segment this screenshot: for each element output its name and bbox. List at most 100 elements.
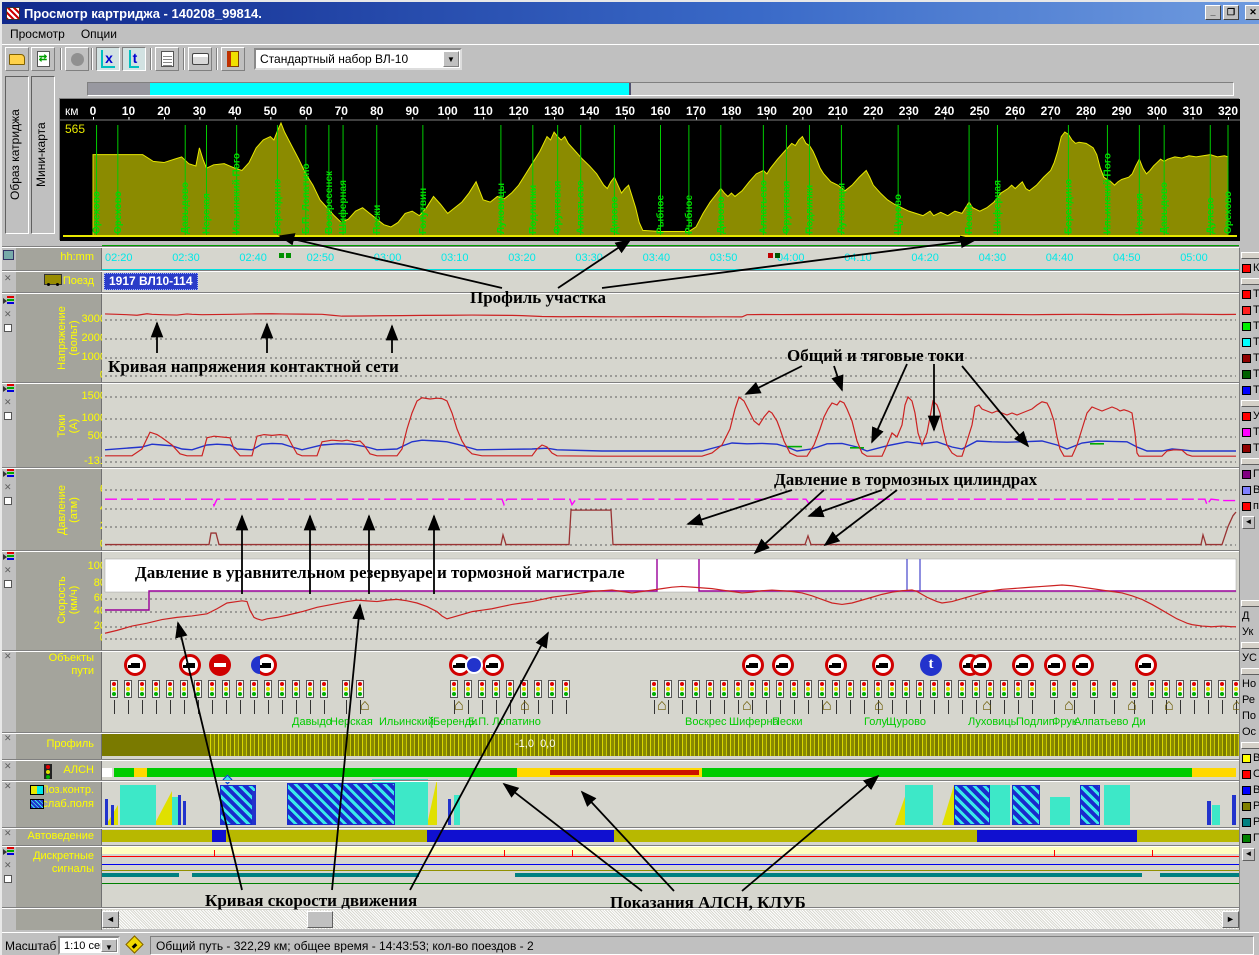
print-button[interactable] [188, 47, 212, 71]
legend-item[interactable]: Ре [1242, 694, 1255, 706]
legend-item[interactable]: п [1242, 500, 1259, 512]
legend-item[interactable]: Т [1242, 288, 1259, 300]
series-order-icon[interactable] [3, 384, 14, 394]
scale-dropdown[interactable]: 1:10 сек ▼ [58, 936, 120, 955]
collapse-all-icon[interactable] [3, 250, 14, 260]
legend-item[interactable]: Т [1242, 352, 1259, 364]
refresh-button[interactable]: ⇄ [31, 47, 55, 71]
legend-scroll-left[interactable]: ◄ [1242, 516, 1255, 529]
legend-item[interactable]: Т [1242, 426, 1259, 438]
legend-item[interactable]: У [1242, 410, 1259, 422]
record-button[interactable] [65, 47, 89, 71]
legend-item[interactable]: По [1242, 710, 1256, 722]
preset-dropdown-arrow[interactable]: ▼ [443, 51, 459, 67]
legend-item[interactable]: В [1242, 484, 1259, 496]
legend-item[interactable]: Т [1242, 336, 1259, 348]
menu-view[interactable]: Просмотр [2, 25, 73, 43]
traffic-light-icon [1050, 680, 1058, 698]
svg-text:100: 100 [438, 104, 458, 118]
legend-item[interactable]: Но [1242, 678, 1256, 690]
series-order-icon[interactable] [3, 469, 14, 479]
minimap-panel[interactable]: 0 10 20 30 40 50 60 70 80 90 100 110 120 130 140 150 160… [59, 98, 1240, 241]
legend-item[interactable]: Т [1242, 320, 1259, 332]
checkbox-row-icon[interactable] [4, 580, 12, 588]
legend-item[interactable]: Т [1242, 304, 1259, 316]
series-order-icon[interactable] [3, 552, 14, 562]
restore-button[interactable]: ❐ [1223, 5, 1239, 20]
close-row-icon[interactable]: ✕ [4, 734, 12, 743]
legend-header[interactable] [1241, 278, 1259, 285]
legend-item[interactable]: В [1242, 752, 1259, 764]
svg-text:10: 10 [122, 104, 136, 118]
legend-header[interactable] [1241, 400, 1259, 407]
close-row-icon[interactable]: ✕ [4, 483, 12, 492]
tab-minimap[interactable]: Мини-карта [31, 76, 55, 234]
close-row-icon[interactable]: ✕ [4, 782, 12, 791]
legend-item[interactable]: В [1242, 784, 1259, 796]
minimize-button[interactable]: _ [1205, 5, 1221, 20]
legend-item[interactable]: Д [1242, 610, 1249, 622]
traffic-light-icon [306, 680, 314, 698]
series-order-icon[interactable] [3, 847, 14, 857]
legend-item[interactable]: Р [1242, 816, 1259, 828]
hscroll-left-arrow[interactable]: ◄ [102, 911, 119, 928]
time-tick: 03:40 [642, 252, 671, 264]
traffic-light-pole [296, 700, 297, 714]
close-row-icon[interactable]: ✕ [4, 398, 12, 407]
train-value[interactable]: 1917 ВЛ10-114 [104, 273, 198, 290]
legend-header[interactable] [1241, 458, 1259, 465]
legend-item[interactable]: Р [1242, 800, 1259, 812]
scale-t-button[interactable]: t [122, 47, 146, 71]
close-row-icon[interactable]: ✕ [4, 762, 12, 771]
legend-item[interactable]: Т [1242, 384, 1259, 396]
preset-dropdown[interactable]: Стандартный набор ВЛ-10 ▼ [254, 48, 462, 70]
titlebar[interactable]: Просмотр картриджа - 140208_99814. _ ❐ ✕ [2, 2, 1259, 24]
legend-panel[interactable]: КсТТТТТТТУТТПВп◄ДУкУСНоРеПоОсВСВРРП◄ [1239, 248, 1259, 930]
checkbox-row-icon[interactable] [4, 412, 12, 420]
field-weaken-block [1080, 785, 1100, 825]
close-row-icon[interactable]: ✕ [4, 310, 12, 319]
close-row-icon[interactable]: ✕ [4, 861, 12, 870]
svg-text:Алпатьево: Алпатьево [576, 180, 587, 234]
close-row-icon[interactable]: ✕ [4, 274, 12, 283]
legend-item[interactable]: УС [1242, 652, 1257, 664]
close-row-icon[interactable]: ✕ [4, 652, 12, 661]
close-row-icon[interactable]: ✕ [4, 566, 12, 575]
legend-item[interactable]: Кс [1242, 262, 1259, 274]
open-file-button[interactable] [5, 47, 29, 71]
report-button[interactable] [155, 47, 179, 71]
legend-header[interactable] [1241, 742, 1259, 749]
close-button[interactable]: ✕ [1245, 5, 1259, 20]
legend-header[interactable] [1241, 668, 1259, 675]
legend-item[interactable]: С [1242, 768, 1259, 780]
house-icon: ⌂ [520, 697, 530, 714]
close-row-icon[interactable]: ✕ [4, 829, 12, 838]
legend-item[interactable]: П [1242, 832, 1259, 844]
exit-button[interactable] [221, 47, 245, 71]
legend-item[interactable]: Ос [1242, 726, 1256, 738]
legend-header[interactable] [1241, 252, 1259, 259]
scale-dropdown-arrow[interactable]: ▼ [101, 939, 117, 952]
hscroll-thumb[interactable] [307, 911, 333, 928]
scale-x-button[interactable]: x [96, 47, 120, 71]
legend-item[interactable]: Ук [1242, 626, 1253, 638]
blue-half-sign-icon [251, 656, 260, 674]
hscroll-right-arrow[interactable]: ► [1222, 911, 1239, 928]
minimap-range-track[interactable] [87, 82, 1234, 96]
checkbox-row-icon[interactable] [4, 875, 12, 883]
series-order-icon[interactable] [3, 296, 14, 306]
legend-item[interactable]: Т [1242, 442, 1259, 454]
legend-item[interactable]: П [1242, 468, 1259, 480]
minimap-viewport-indicator[interactable] [150, 83, 631, 95]
menu-options[interactable]: Опции [73, 25, 125, 43]
legend-scroll-left[interactable]: ◄ [1242, 848, 1255, 861]
tab-cartridge-image[interactable]: Образ катриджа [5, 76, 29, 234]
legend-header[interactable] [1241, 642, 1259, 649]
legend-item[interactable]: Т [1242, 368, 1259, 380]
legend-color-swatch [1242, 801, 1251, 811]
checkbox-row-icon[interactable] [4, 324, 12, 332]
legend-color-swatch [1242, 263, 1251, 273]
checkbox-row-icon[interactable] [4, 497, 12, 505]
traffic-light-icon [138, 680, 146, 698]
legend-header[interactable] [1241, 600, 1259, 607]
